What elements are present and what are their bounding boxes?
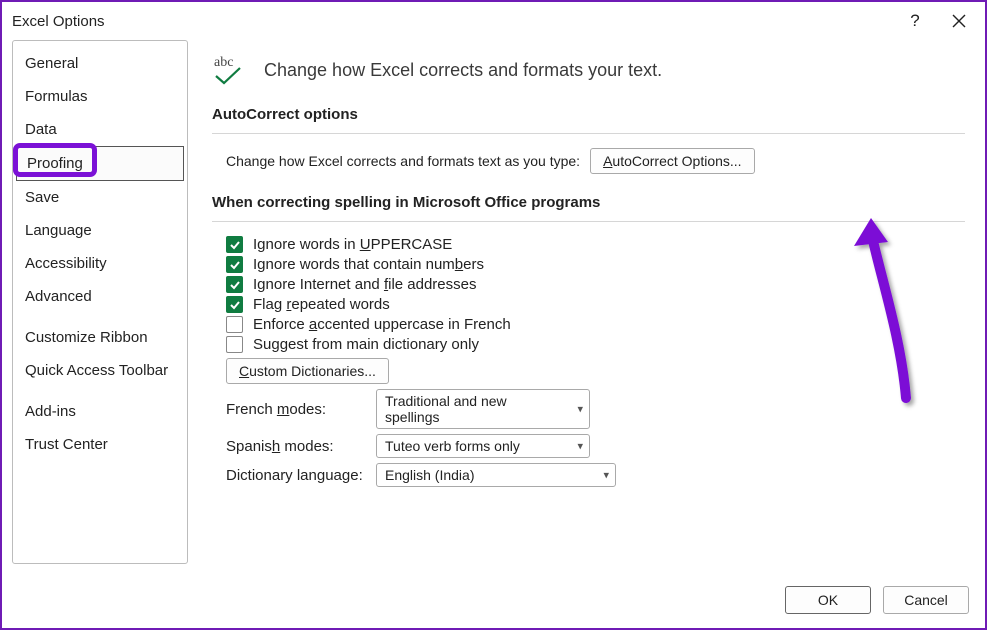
- section-spelling-title: When correcting spelling in Microsoft Of…: [212, 194, 965, 211]
- options-sidebar: General Formulas Data Proofing Save Lang…: [12, 40, 188, 564]
- checkbox-ignore-numbers: Ignore words that contain numbers: [226, 256, 965, 273]
- checkbox[interactable]: [226, 276, 243, 293]
- spanish-modes-label: Spanish modes:: [226, 438, 376, 455]
- checkbox-enforce-accented: Enforce accented uppercase in French: [226, 316, 965, 333]
- checkbox[interactable]: [226, 336, 243, 353]
- french-modes-select[interactable]: Traditional and new spellings▾: [376, 389, 590, 429]
- chevron-down-icon: ▾: [577, 440, 583, 453]
- sidebar-item-add-ins[interactable]: Add-ins: [15, 395, 185, 428]
- ok-button[interactable]: OK: [785, 586, 871, 614]
- custom-dictionaries-button[interactable]: Custom Dictionaries...: [226, 358, 389, 384]
- section-autocorrect-title: AutoCorrect options: [212, 106, 965, 123]
- sidebar-item-formulas[interactable]: Formulas: [15, 80, 185, 113]
- help-button[interactable]: ?: [893, 4, 937, 38]
- sidebar-item-general[interactable]: General: [15, 47, 185, 80]
- sidebar-item-label: Proofing: [27, 155, 83, 172]
- cancel-button[interactable]: Cancel: [883, 586, 969, 614]
- autocorrect-help-text: Change how Excel corrects and formats te…: [226, 153, 580, 169]
- sidebar-item-data[interactable]: Data: [15, 113, 185, 146]
- checkbox-flag-repeated: Flag repeated words: [226, 296, 965, 313]
- sidebar-item-trust-center[interactable]: Trust Center: [15, 428, 185, 461]
- autocorrect-row: Change how Excel corrects and formats te…: [226, 148, 965, 174]
- sidebar-item-accessibility[interactable]: Accessibility: [15, 247, 185, 280]
- titlebar: Excel Options ?: [2, 2, 985, 40]
- svg-text:abc: abc: [214, 55, 233, 70]
- sidebar-item-language[interactable]: Language: [15, 214, 185, 247]
- sidebar-item-advanced[interactable]: Advanced: [15, 280, 185, 313]
- checkbox[interactable]: [226, 256, 243, 273]
- sidebar-item-proofing[interactable]: Proofing: [16, 146, 184, 181]
- checkbox-label: Enforce accented uppercase in French: [253, 316, 511, 333]
- section-divider: [212, 133, 965, 134]
- checkbox-label: Ignore Internet and file addresses: [253, 276, 477, 293]
- french-modes-row: French modes: Traditional and new spelli…: [226, 389, 965, 429]
- checkbox-ignore-internet: Ignore Internet and file addresses: [226, 276, 965, 293]
- chevron-down-icon: ▾: [603, 469, 609, 482]
- close-icon: [952, 14, 966, 28]
- page-header: abc Change how Excel corrects and format…: [212, 52, 965, 88]
- sidebar-item-save[interactable]: Save: [15, 181, 185, 214]
- checkbox[interactable]: [226, 296, 243, 313]
- dictionary-language-row: Dictionary language: English (India)▾: [226, 463, 965, 487]
- checkbox[interactable]: [226, 316, 243, 333]
- close-button[interactable]: [937, 4, 981, 38]
- sidebar-item-quick-access-toolbar[interactable]: Quick Access Toolbar: [15, 354, 185, 387]
- sidebar-item-customize-ribbon[interactable]: Customize Ribbon: [15, 321, 185, 354]
- autocorrect-options-button[interactable]: AutoCorrect Options...: [590, 148, 755, 174]
- page-header-text: Change how Excel corrects and formats yo…: [264, 60, 662, 81]
- spanish-modes-select[interactable]: Tuteo verb forms only▾: [376, 434, 590, 458]
- checkbox-label: Suggest from main dictionary only: [253, 336, 479, 353]
- checkbox-label: Ignore words that contain numbers: [253, 256, 484, 273]
- checkbox-label: Flag repeated words: [253, 296, 390, 313]
- excel-options-dialog: Excel Options ? General Formulas Data Pr…: [0, 0, 987, 630]
- window-title: Excel Options: [12, 13, 105, 30]
- options-content: abc Change how Excel corrects and format…: [188, 40, 975, 564]
- french-modes-label: French modes:: [226, 401, 376, 418]
- dictionary-language-label: Dictionary language:: [226, 467, 376, 484]
- dialog-body: General Formulas Data Proofing Save Lang…: [2, 40, 985, 564]
- dialog-footer: OK Cancel: [785, 586, 969, 614]
- checkbox-suggest-main-dict: Suggest from main dictionary only: [226, 336, 965, 353]
- title-actions: ?: [893, 4, 981, 38]
- chevron-down-icon: ▾: [577, 403, 583, 416]
- spanish-modes-row: Spanish modes: Tuteo verb forms only▾: [226, 434, 965, 458]
- proofing-icon: abc: [212, 52, 248, 88]
- section-divider: [212, 221, 965, 222]
- checkbox-label: Ignore words in UPPERCASE: [253, 236, 452, 253]
- dictionary-language-select[interactable]: English (India)▾: [376, 463, 616, 487]
- checkbox[interactable]: [226, 236, 243, 253]
- checkbox-ignore-uppercase: Ignore words in UPPERCASE: [226, 236, 965, 253]
